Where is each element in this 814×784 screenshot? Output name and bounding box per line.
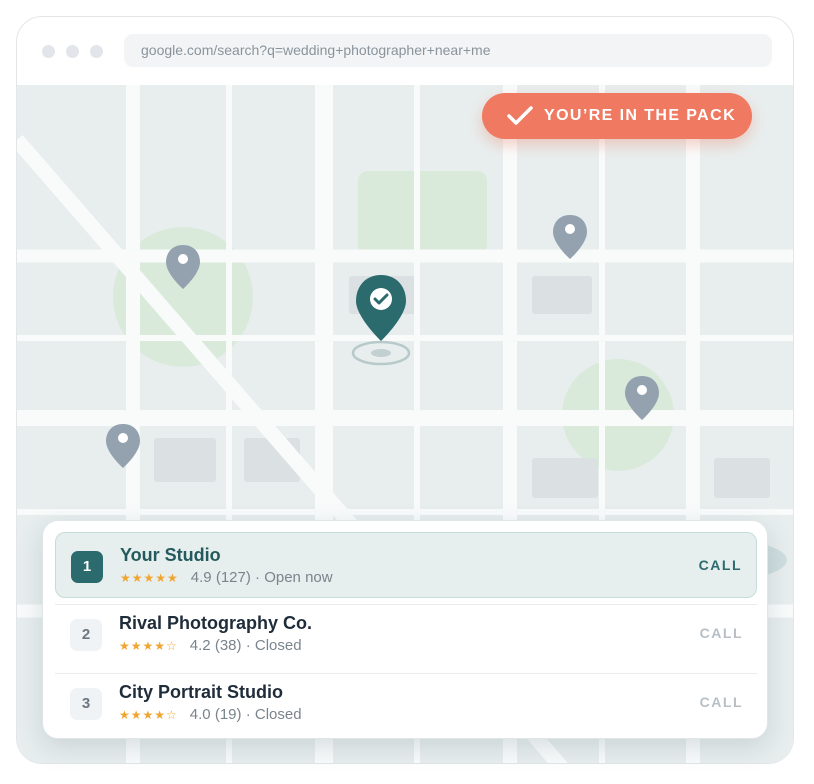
business-meta: ★★★★☆ 4.2 (38) · Closed <box>119 637 302 654</box>
business-meta: ★★★★★ 4.9 (127) · Open now <box>120 569 333 586</box>
result-item-rival-photography[interactable]: 2 Rival Photography Co. ★★★★☆ 4.2 (38) · … <box>55 601 757 667</box>
star-rating-icon: ★★★★☆ <box>119 708 178 722</box>
checkmark-icon <box>507 106 533 125</box>
rank-badge: 1 <box>71 551 103 583</box>
badge-label: YOU’RE IN THE PACK <box>544 107 737 124</box>
rating-value: 4.9 <box>190 569 212 586</box>
business-meta: ★★★★☆ 4.0 (19) · Closed <box>119 706 302 723</box>
park-area <box>358 171 487 255</box>
business-name[interactable]: Your Studio <box>120 545 221 566</box>
separator: · <box>245 637 251 654</box>
result-item-your-studio[interactable]: 1 Your Studio ★★★★★ 4.9 (127) · Open now … <box>55 532 757 598</box>
check-map-pin-icon[interactable] <box>351 275 411 366</box>
call-button[interactable]: CALL <box>699 557 742 573</box>
in-the-pack-badge: YOU’RE IN THE PACK <box>482 93 752 139</box>
browser-toolbar: google.com/search?q=wedding+photographer… <box>17 17 793 85</box>
star-rating-icon: ★★★★☆ <box>119 639 178 653</box>
review-count: (19) <box>214 706 242 723</box>
business-name[interactable]: Rival Photography Co. <box>119 613 312 634</box>
call-button[interactable]: CALL <box>700 694 743 710</box>
call-button[interactable]: CALL <box>700 625 743 641</box>
business-status: Closed <box>254 706 302 723</box>
window-dot-close[interactable] <box>42 45 55 58</box>
window-dot-maximize[interactable] <box>90 45 103 58</box>
star-rating-icon: ★★★★★ <box>120 571 179 585</box>
window-dot-minimize[interactable] <box>66 45 79 58</box>
review-count: (38) <box>214 637 242 654</box>
business-status: Open now <box>264 569 333 586</box>
business-name[interactable]: City Portrait Studio <box>119 682 283 703</box>
url-bar[interactable]: google.com/search?q=wedding+photographer… <box>124 34 772 67</box>
separator: · <box>245 706 251 723</box>
rank-badge: 2 <box>70 619 102 651</box>
rank-badge: 3 <box>70 688 102 720</box>
result-item-city-portrait[interactable]: 3 City Portrait Studio ★★★★☆ 4.0 (19) · C… <box>55 670 757 736</box>
rating-value: 4.0 <box>189 706 211 723</box>
rating-value: 4.2 <box>189 637 211 654</box>
business-status: Closed <box>254 637 302 654</box>
separator: · <box>255 569 261 586</box>
review-count: (127) <box>215 569 251 586</box>
local-pack-results: 1 Your Studio ★★★★★ 4.9 (127) · Open now … <box>42 520 768 739</box>
